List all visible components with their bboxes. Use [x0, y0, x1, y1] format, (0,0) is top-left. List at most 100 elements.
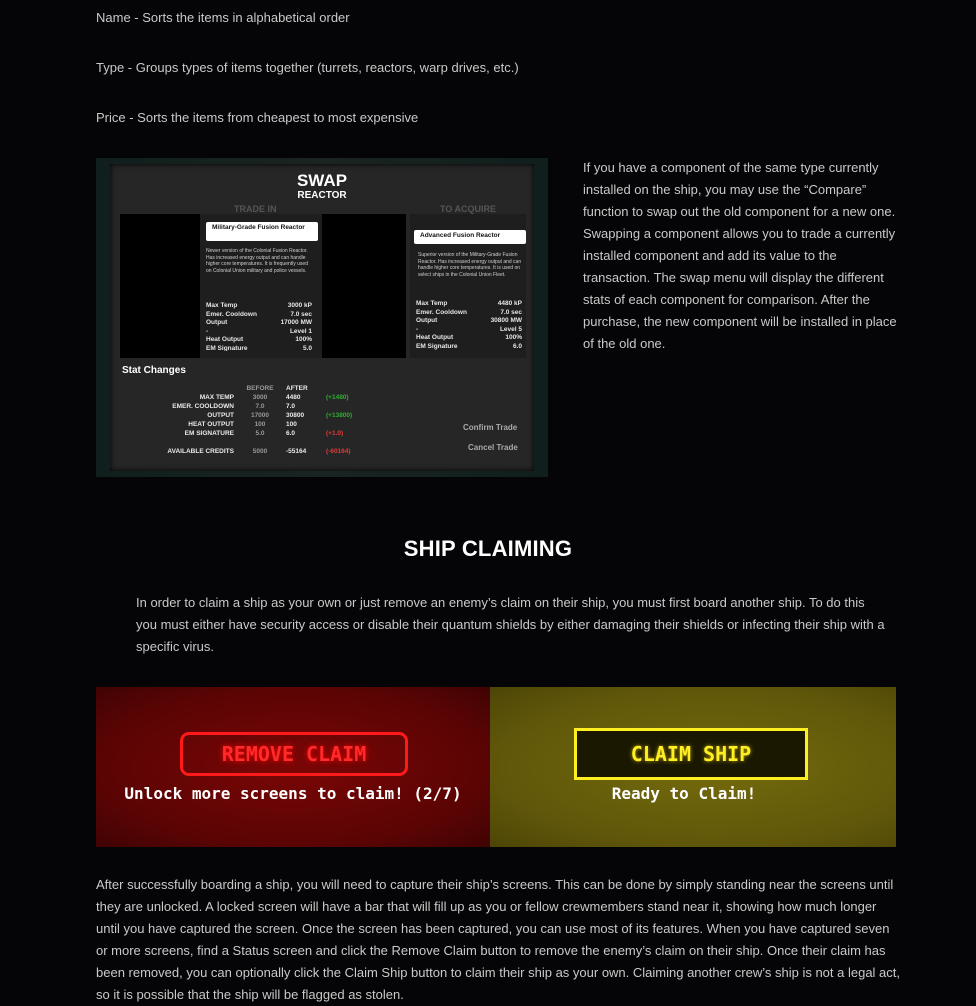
compare-paragraph: If you have a component of the same type… — [583, 160, 897, 351]
stat-value: Level 5 — [499, 325, 522, 333]
row-label: EM SIGNATURE — [184, 430, 234, 437]
row-before: 3000 — [252, 394, 268, 401]
claim-screens-image: REMOVE CLAIM Unlock more screens to clai… — [96, 687, 896, 847]
sort-option-name: Name - Sorts the items in alphabetical o… — [96, 10, 350, 25]
stat-row: Emer. Cooldown 7.0 sec — [206, 311, 312, 320]
trade-in-item-name[interactable]: Military-Grade Fusion Reactor — [206, 222, 318, 241]
credits-delta: (-60164) — [326, 448, 351, 455]
row-label: HEAT OUTPUT — [188, 421, 234, 428]
stat-changes-table: BEFORE AFTER MAX TEMP 3000 4480 (+1480) … — [150, 384, 370, 456]
swap-reactor-screenshot: SWAP REACTOR TRADE IN TO ACQUIRE Militar… — [96, 158, 548, 477]
row-delta — [322, 420, 370, 429]
row-before: 17000 — [250, 412, 270, 419]
stat-label: EM Signature — [416, 342, 458, 350]
stat-value: 5.0 — [302, 344, 312, 351]
stat-label: Output — [206, 319, 228, 326]
stat-row: Max Temp 4480 kP — [416, 300, 522, 309]
stat-label: Emer. Cooldown — [416, 308, 467, 316]
remove-claim-button[interactable]: REMOVE CLAIM — [180, 732, 408, 776]
row-delta: (+1.0) — [326, 430, 344, 437]
table-row: EMER. COOLDOWN 7.0 7.0 — [150, 402, 370, 411]
stat-label: Heat Output — [206, 336, 244, 343]
confirm-trade-button[interactable]: Confirm Trade — [463, 423, 517, 433]
row-label: OUTPUT — [207, 412, 234, 419]
sort-option-price: Price - Sorts the items from cheapest to… — [96, 110, 419, 125]
stat-row: - Level 5 — [416, 326, 522, 335]
credits-label: AVAILABLE CREDITS — [167, 448, 234, 455]
stat-row: EM Signature 6.0 — [416, 343, 522, 352]
stat-value: Level 1 — [289, 327, 312, 335]
table-row: MAX TEMP 3000 4480 (+1480) — [150, 393, 370, 402]
to-acquire-card: Advanced Fusion Reactor Superior version… — [410, 214, 526, 358]
stat-label: Output — [416, 317, 438, 324]
sort-option-type: Type - Groups types of items together (t… — [96, 60, 519, 75]
stat-row: Output 30800 MW — [416, 317, 522, 326]
trade-in-card: Military-Grade Fusion Reactor Newer vers… — [200, 214, 322, 358]
claim-ship-screen: CLAIM SHIP Ready to Claim! — [490, 687, 896, 847]
to-acquire-stats: Max Temp 4480 kP Emer. Cooldown 7.0 sec Ou… — [416, 300, 522, 351]
stat-value: 17000 MW — [280, 319, 312, 326]
row-after: 6.0 — [286, 430, 296, 437]
row-delta: (+13800) — [326, 412, 353, 419]
trade-in-label: TRADE IN — [234, 204, 277, 214]
claiming-intro: In order to claim a ship as your own or … — [136, 595, 885, 654]
stat-label: Max Temp — [206, 302, 238, 309]
stat-label: EM Signature — [206, 344, 248, 351]
row-after: 30800 — [286, 412, 305, 419]
table-row: EM SIGNATURE 5.0 6.0 (+1.0) — [150, 429, 370, 438]
row-after: 4480 — [286, 394, 301, 401]
stat-value: 30800 MW — [490, 317, 522, 324]
stat-row: EM Signature 5.0 — [206, 345, 312, 351]
claim-ship-button[interactable]: CLAIM SHIP — [574, 728, 808, 780]
to-acquire-label: TO ACQUIRE — [440, 204, 497, 214]
row-after: 7.0 — [286, 403, 296, 410]
stat-value: 100% — [295, 336, 312, 343]
row-delta: (+1480) — [326, 394, 349, 401]
swap-subtitle: REACTOR — [297, 190, 347, 201]
row-label: MAX TEMP — [199, 394, 234, 401]
stat-label: - — [416, 325, 419, 333]
stat-value: 100% — [505, 334, 522, 341]
row-before: 5.0 — [255, 430, 265, 437]
stat-row: - Level 1 — [206, 328, 312, 337]
stat-row: Emer. Cooldown 7.0 sec — [416, 309, 522, 318]
claiming-body: After successfully boarding a ship, you … — [96, 877, 901, 1002]
credits-before: 5000 — [252, 448, 268, 455]
col-before-header: BEFORE — [246, 385, 274, 392]
trade-in-right-pane — [322, 214, 406, 358]
remove-claim-status: Unlock more screens to claim! (2/7) — [124, 784, 462, 803]
stat-value: 3000 kP — [287, 302, 312, 309]
trade-in-stats: Max Temp 3000 kP Emer. Cooldown 7.0 sec Ou… — [206, 302, 312, 351]
table-header-row: BEFORE AFTER — [150, 384, 370, 393]
claim-ship-status: Ready to Claim! — [611, 784, 757, 803]
row-before: 100 — [254, 421, 266, 428]
cancel-trade-button[interactable]: Cancel Trade — [468, 443, 518, 453]
row-label: EMER. COOLDOWN — [172, 403, 234, 410]
row-delta — [322, 402, 370, 411]
swap-title: SWAP — [296, 171, 348, 190]
stat-value: 7.0 sec — [290, 310, 312, 318]
to-acquire-item-name[interactable]: Advanced Fusion Reactor — [414, 230, 526, 244]
stat-row: Output 17000 MW — [206, 319, 312, 328]
stat-row: Max Temp 3000 kP — [206, 302, 312, 311]
stat-label: Max Temp — [416, 300, 448, 307]
credits-row: AVAILABLE CREDITS 5000 -55164 (-60164) — [150, 447, 370, 456]
stat-value: 7.0 sec — [500, 308, 522, 316]
swap-panel: SWAP REACTOR TRADE IN TO ACQUIRE Militar… — [110, 164, 534, 471]
credits-after: -55164 — [286, 448, 307, 455]
table-row: OUTPUT 17000 30800 (+13800) — [150, 411, 370, 420]
stat-row: Heat Output 100% — [206, 336, 312, 345]
to-acquire-description: Superior version of the Military-Grade F… — [418, 252, 522, 278]
trade-in-left-pane — [120, 214, 200, 358]
stat-label: Emer. Cooldown — [206, 310, 257, 318]
stat-changes-heading: Stat Changes — [122, 365, 186, 376]
stat-value: 6.0 — [512, 342, 522, 350]
trade-in-description: Newer version of the Colonial Fusion Rea… — [206, 248, 308, 274]
col-after-header: AFTER — [286, 385, 308, 392]
row-before: 7.0 — [255, 403, 265, 410]
stat-label: Heat Output — [416, 334, 454, 341]
ship-claiming-heading: SHIP CLAIMING — [403, 536, 573, 561]
stat-value: 4480 kP — [497, 300, 522, 307]
row-after: 100 — [286, 421, 297, 428]
stat-label: - — [206, 327, 209, 335]
